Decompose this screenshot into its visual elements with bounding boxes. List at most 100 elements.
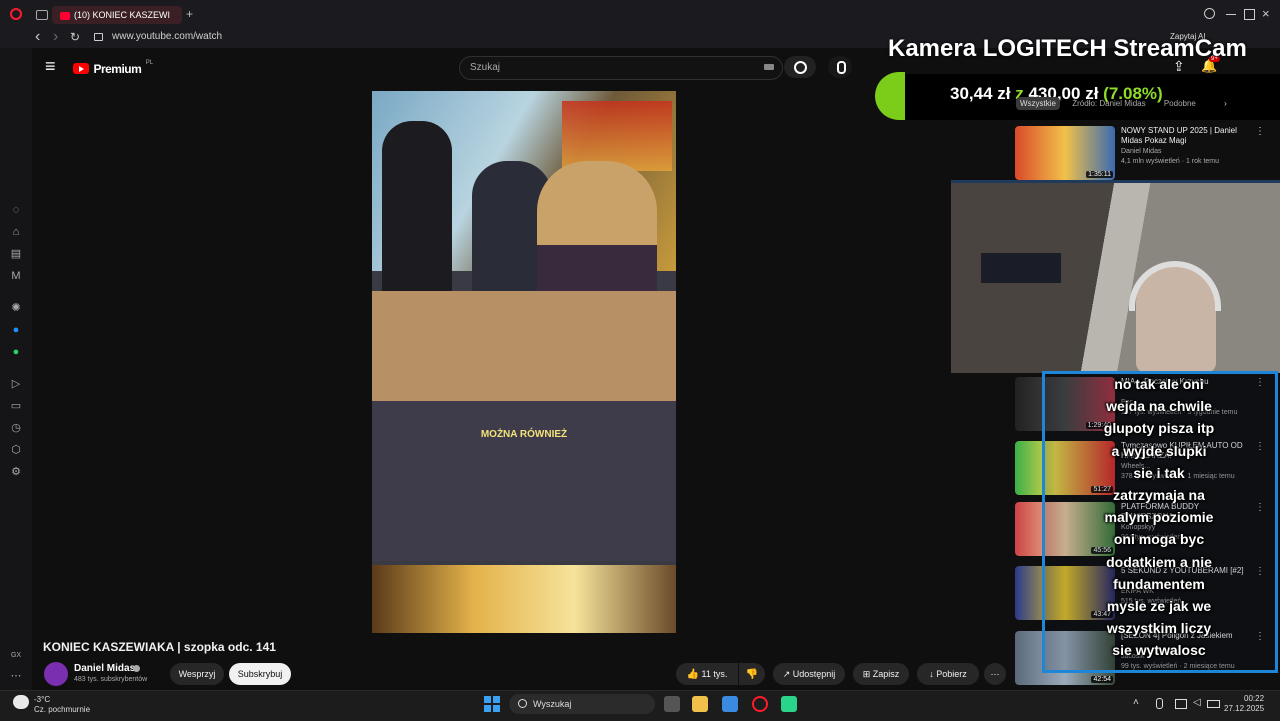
chips-next-icon[interactable]: › bbox=[1224, 99, 1227, 108]
search-placeholder: Szukaj bbox=[470, 62, 501, 73]
chat-line: a wyjde slupki bbox=[1111, 442, 1207, 459]
tools-icon[interactable]: ⌂ bbox=[10, 226, 22, 238]
maximize-icon[interactable] bbox=[1244, 9, 1255, 20]
reload-icon[interactable]: ↻ bbox=[70, 30, 80, 44]
chip-all[interactable]: Wszystkie bbox=[1016, 97, 1060, 110]
save-button[interactable]: ⊞ Zapisz bbox=[853, 663, 909, 685]
system-clock[interactable]: 00:22 27.12.2025 bbox=[1224, 694, 1264, 714]
save-label: Zapisz bbox=[872, 669, 900, 679]
browser-tab[interactable]: (10) KONIEC KASZEWI bbox=[52, 6, 182, 24]
desk-front bbox=[372, 401, 676, 561]
more-actions-icon[interactable]: ⋮ bbox=[1255, 126, 1265, 137]
store-icon[interactable] bbox=[722, 696, 738, 712]
logo-text: Premium bbox=[93, 62, 142, 76]
volume-icon[interactable]: ◁ bbox=[1193, 697, 1201, 708]
youtube-play-icon bbox=[73, 63, 89, 75]
logo-region: PL bbox=[145, 60, 154, 66]
opera-logo-icon[interactable] bbox=[10, 8, 22, 20]
network-icon[interactable] bbox=[1175, 699, 1187, 709]
task-view-icon[interactable] bbox=[664, 696, 680, 712]
chat-line: wejda na chwile bbox=[1106, 398, 1212, 415]
chip-related[interactable]: Podobne bbox=[1164, 99, 1196, 108]
youtube-logo[interactable]: Premium PL bbox=[73, 60, 153, 78]
goal-raised: 30,44 zł bbox=[950, 84, 1011, 103]
video-title-main: KONIEC KASZEWIAKA | szopka odc. 141 bbox=[43, 640, 276, 654]
minimize-icon[interactable] bbox=[1226, 14, 1236, 15]
weather-icon bbox=[13, 695, 29, 709]
taskbar-search-icon bbox=[518, 699, 527, 708]
workspaces-icon[interactable] bbox=[36, 10, 48, 20]
extensions-icon[interactable]: ⬡ bbox=[10, 444, 22, 456]
chat-line: oni moga byc bbox=[1113, 531, 1205, 548]
voice-search-button[interactable] bbox=[828, 56, 852, 78]
browser-search-icon[interactable] bbox=[1204, 8, 1215, 19]
save-icon: ⊞ bbox=[862, 669, 871, 679]
start-icon[interactable] bbox=[484, 696, 500, 712]
aria-icon[interactable]: ◌ bbox=[10, 204, 22, 216]
support-button[interactable]: Wesprzyj bbox=[170, 663, 224, 685]
bottom-strip bbox=[372, 565, 676, 633]
download-icon: ↓ bbox=[929, 669, 934, 679]
recommendation-item[interactable]: 1:35:11 NOWY STAND UP 2025 | Daniel Mida… bbox=[1015, 126, 1265, 180]
download-button[interactable]: ↓ Pobierz bbox=[917, 663, 979, 685]
close-icon[interactable]: × bbox=[1262, 6, 1270, 21]
more-actions-button[interactable]: ⋯ bbox=[984, 663, 1006, 685]
subscriber-count: 483 tys. subskrybentów bbox=[74, 676, 148, 683]
player-icon[interactable]: ▷ bbox=[10, 378, 22, 390]
search-button[interactable] bbox=[784, 56, 816, 78]
tray-mic-icon[interactable] bbox=[1156, 698, 1163, 709]
app-taskbar-icon[interactable] bbox=[781, 696, 797, 712]
chat-line: fundamentem bbox=[1113, 575, 1205, 592]
video-title[interactable]: NOWY STAND UP 2025 | Daniel Midas Pokaz … bbox=[1121, 126, 1257, 146]
video-duration: 1:35:11 bbox=[1086, 171, 1113, 178]
tab-title: (10) KONIEC KASZEWI bbox=[74, 10, 171, 20]
studio-sign bbox=[562, 101, 672, 171]
messenger-icon[interactable]: ● bbox=[10, 324, 22, 336]
tray-arrow-icon[interactable]: ˄ bbox=[1133, 697, 1139, 708]
chip-source[interactable]: Źródło: Daniel Midas bbox=[1072, 99, 1145, 108]
subscribe-button[interactable]: Subskrybuj bbox=[229, 663, 291, 685]
mic-icon bbox=[837, 61, 846, 74]
like-icon: 👍 bbox=[686, 669, 700, 680]
chatgpt-icon[interactable]: ✺ bbox=[10, 302, 22, 314]
like-count: 11 tys. bbox=[701, 669, 728, 679]
taskbar-search-label: Wyszukaj bbox=[533, 699, 572, 709]
download-label: Pobierz bbox=[936, 669, 967, 679]
whatsapp-icon[interactable]: ● bbox=[10, 346, 22, 358]
taskbar-search[interactable]: Wyszukaj bbox=[509, 694, 655, 714]
share-button[interactable]: ↗ Udostępnij bbox=[773, 663, 845, 685]
forward-icon[interactable]: › bbox=[53, 28, 58, 46]
keyboard-icon[interactable] bbox=[764, 64, 774, 70]
clock-date: 27.12.2025 bbox=[1224, 704, 1265, 713]
wallet-icon[interactable]: ▭ bbox=[10, 400, 22, 412]
gx-icon[interactable]: GX bbox=[10, 650, 22, 662]
more-icon: ⋯ bbox=[990, 669, 1000, 679]
guide-menu-icon[interactable]: ≡ bbox=[45, 56, 56, 77]
search-icon bbox=[794, 61, 807, 74]
like-button[interactable]: 👍 11 tys. bbox=[676, 663, 738, 685]
battery-icon[interactable] bbox=[1207, 700, 1220, 708]
dislike-button[interactable]: 👎 bbox=[739, 663, 765, 685]
webcam-overlay bbox=[951, 180, 1280, 373]
url-text[interactable]: www.youtube.com/watch bbox=[112, 31, 222, 42]
m-icon[interactable]: M bbox=[10, 270, 22, 282]
video-caption: MOŻNA RÓWNIEŻ bbox=[480, 429, 568, 440]
new-tab-icon[interactable]: + bbox=[186, 8, 193, 20]
channel-name[interactable]: Daniel Midas bbox=[74, 663, 135, 674]
sidebar-more-icon[interactable]: ⋯ bbox=[10, 670, 22, 682]
back-icon[interactable]: ‹ bbox=[35, 28, 40, 46]
video-thumbnail[interactable]: 1:35:11 bbox=[1015, 126, 1115, 180]
video-player[interactable] bbox=[372, 91, 676, 633]
clock-time: 00:22 bbox=[1244, 694, 1265, 703]
weather-widget[interactable]: -3°C Cz. pochmurnie bbox=[34, 695, 90, 715]
history-icon[interactable]: ◷ bbox=[10, 422, 22, 434]
youtube-tab-icon bbox=[60, 11, 70, 20]
opera-taskbar-icon[interactable] bbox=[752, 696, 768, 712]
channel-avatar[interactable] bbox=[44, 662, 68, 686]
pin-icon[interactable]: ▤ bbox=[10, 248, 22, 260]
video-channel[interactable]: Daniel Midas bbox=[1121, 148, 1161, 155]
search-input[interactable]: Szukaj bbox=[459, 56, 783, 80]
chat-line: zatrzymaja na bbox=[1113, 487, 1205, 504]
settings-icon[interactable]: ⚙ bbox=[10, 466, 22, 478]
file-explorer-icon[interactable] bbox=[692, 696, 708, 712]
